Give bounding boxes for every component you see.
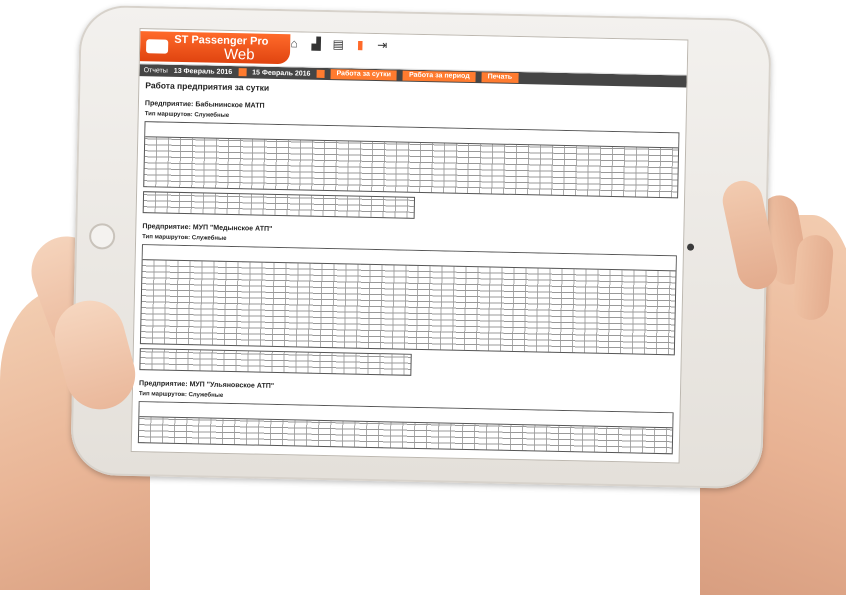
- home-button[interactable]: [88, 223, 116, 250]
- list-icon[interactable]: ▤: [330, 37, 346, 51]
- print-button[interactable]: Печать: [481, 72, 519, 83]
- tablet-device: ST Passenger Pro Web ⌂ ▟ ▤ ▮ ⇥ Отчеты 13…: [70, 4, 772, 490]
- summary-table: [142, 191, 416, 219]
- date-to-field[interactable]: 15 Февраль 2016: [252, 69, 310, 77]
- date-from-field[interactable]: 13 Февраль 2016: [174, 67, 232, 75]
- home-icon[interactable]: ⌂: [286, 36, 302, 50]
- day-report-button[interactable]: Работа за сутки: [330, 69, 398, 81]
- chart-icon[interactable]: ▮: [352, 38, 368, 52]
- summary-table: [139, 348, 412, 376]
- calendar-icon[interactable]: [316, 69, 325, 78]
- period-report-button[interactable]: Работа за период: [402, 70, 476, 83]
- app-subtitle: Web: [223, 45, 255, 64]
- main-nav: ⌂ ▟ ▤ ▮ ⇥: [286, 36, 390, 52]
- report-body: Работа предприятия за сутки Предприятие:…: [132, 76, 687, 460]
- app-screen: ST Passenger Pro Web ⌂ ▟ ▤ ▮ ⇥ Отчеты 13…: [130, 28, 689, 464]
- calendar-icon[interactable]: [238, 68, 247, 77]
- reports-breadcrumb[interactable]: Отчеты: [144, 67, 168, 75]
- front-camera: [686, 243, 695, 251]
- report-table: [143, 121, 680, 199]
- exit-icon[interactable]: ⇥: [374, 38, 390, 52]
- report-table: [139, 244, 677, 356]
- report-table: [137, 401, 674, 455]
- bus-icon[interactable]: ▟: [308, 37, 324, 51]
- app-logo[interactable]: ST Passenger Pro Web: [139, 31, 291, 65]
- bus-logo-icon: [145, 39, 169, 54]
